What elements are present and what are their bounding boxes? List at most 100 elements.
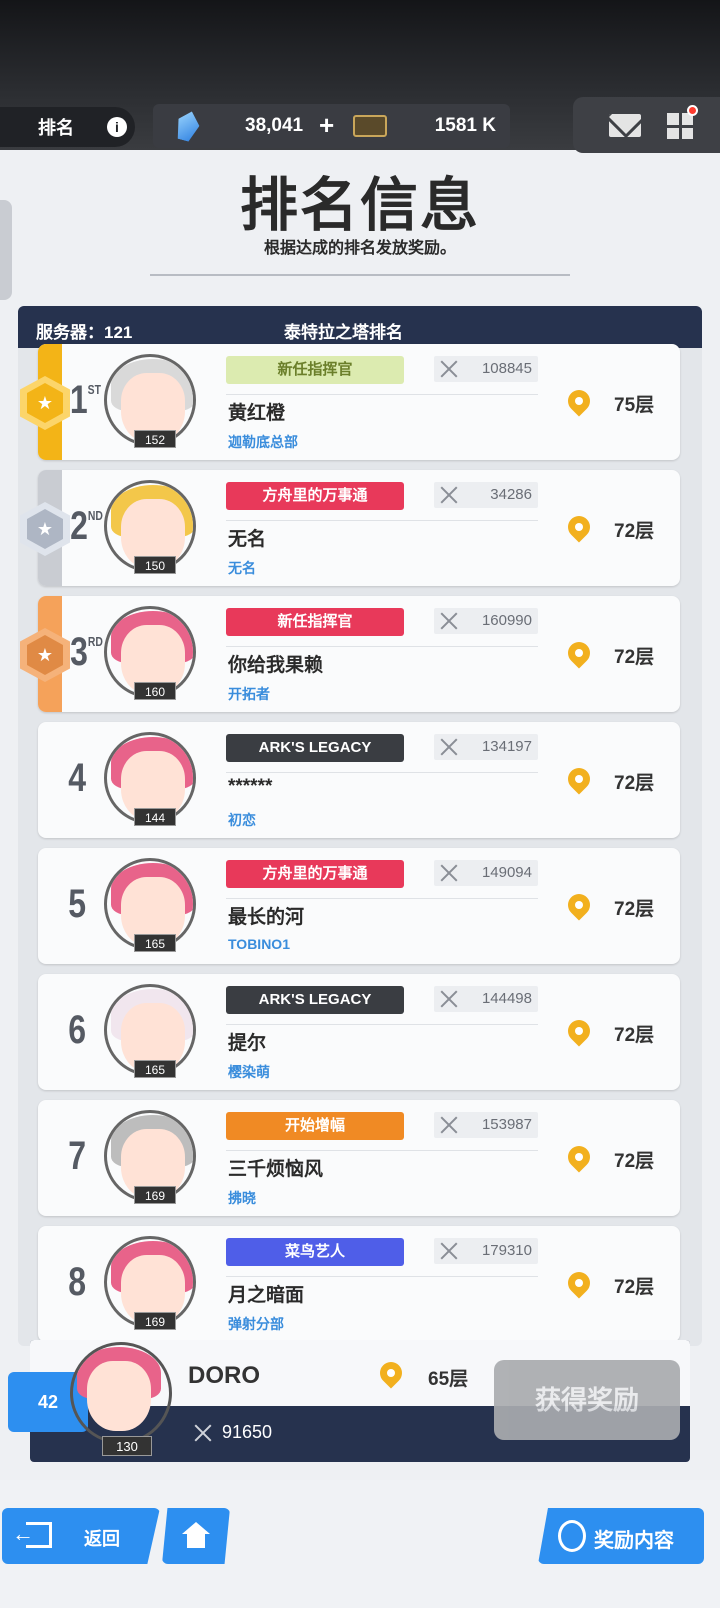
swords-icon bbox=[194, 1424, 212, 1442]
player-name: 最长的河 bbox=[228, 907, 305, 928]
location-pin-icon bbox=[563, 385, 595, 417]
home-icon bbox=[182, 1522, 210, 1548]
player-name: 月之暗面 bbox=[228, 1285, 305, 1306]
player-level: 150 bbox=[134, 556, 176, 574]
my-name: DORO bbox=[188, 1362, 260, 1389]
reward-content-button[interactable]: 奖励内容 bbox=[538, 1508, 704, 1564]
player-level: 152 bbox=[134, 430, 176, 448]
info-icon[interactable]: i bbox=[107, 117, 127, 137]
credit-icon bbox=[353, 115, 387, 137]
player-power: 108845 bbox=[481, 360, 532, 377]
reward-content-label: 奖励内容 bbox=[594, 1530, 674, 1552]
ranking-row[interactable]: 8 169 菜鸟艺人 179310 月之暗面 弹射分部 72层 bbox=[38, 1226, 680, 1342]
top-right-menu bbox=[573, 97, 720, 153]
player-title-badge: 开始增幅 bbox=[226, 1112, 404, 1140]
panel-header: 服务器：121 泰特拉之塔排名 bbox=[18, 306, 702, 348]
my-floor: 65层 bbox=[428, 1369, 469, 1390]
mail-icon[interactable] bbox=[609, 114, 641, 137]
tower-floor: 72层 bbox=[614, 1151, 655, 1172]
home-button[interactable] bbox=[162, 1508, 230, 1564]
my-avatar bbox=[70, 1342, 172, 1444]
back-button[interactable]: 返回 bbox=[2, 1508, 160, 1564]
location-pin-icon bbox=[563, 637, 595, 669]
swords-icon bbox=[440, 990, 458, 1008]
rank-tab-label: 排名 bbox=[38, 118, 74, 138]
power-box: 34286 bbox=[434, 482, 538, 508]
row-divider bbox=[226, 1276, 538, 1277]
row-divider bbox=[226, 772, 538, 773]
title-divider bbox=[150, 274, 570, 276]
tower-floor: 75层 bbox=[614, 395, 655, 416]
ranking-row[interactable]: 4 144 ARK'S LEGACY 134197 ****** 初恋 72层 bbox=[38, 722, 680, 838]
page-title: 排名信息 bbox=[239, 173, 480, 238]
my-level: 130 bbox=[102, 1436, 152, 1456]
guild-name: TOBINO1 bbox=[228, 936, 290, 952]
player-name: ****** bbox=[228, 776, 273, 797]
add-gems-button[interactable]: + bbox=[319, 110, 334, 141]
back-button-label: 返回 bbox=[84, 1529, 120, 1549]
rank-medal-icon: ★ bbox=[20, 502, 70, 556]
gem-icon bbox=[173, 109, 202, 144]
player-level: 165 bbox=[134, 1060, 176, 1078]
rank-number: 5 bbox=[68, 882, 87, 926]
player-title-badge: 菜鸟艺人 bbox=[226, 1238, 404, 1266]
ranking-row[interactable]: ★ 1ST 152 新任指挥官 108845 黄红橙 迦勒底总部 75层 bbox=[20, 344, 680, 460]
row-divider bbox=[226, 898, 538, 899]
row-divider bbox=[226, 1150, 538, 1151]
menu-grid-icon[interactable] bbox=[667, 113, 693, 139]
ranking-row[interactable]: 5 165 方舟里的万事通 149094 最长的河 TOBINO1 72层 bbox=[38, 848, 680, 964]
rank-tab[interactable]: 排名 i bbox=[0, 107, 135, 147]
player-name: 黄红橙 bbox=[228, 403, 286, 424]
power-box: 179310 bbox=[434, 1238, 538, 1264]
player-power: 153987 bbox=[481, 1116, 532, 1133]
power-box: 134197 bbox=[434, 734, 538, 760]
medal-icon bbox=[558, 1520, 586, 1552]
tower-floor: 72层 bbox=[614, 899, 655, 920]
player-power: 149094 bbox=[481, 864, 532, 881]
player-title-badge: ARK'S LEGACY bbox=[226, 986, 404, 1014]
player-level: 169 bbox=[134, 1312, 176, 1330]
player-level: 160 bbox=[134, 682, 176, 700]
rank-number: 3RD bbox=[70, 630, 103, 674]
claim-reward-button[interactable]: 获得奖励 bbox=[494, 1360, 680, 1440]
player-title-badge: ARK'S LEGACY bbox=[226, 734, 404, 762]
tower-floor: 72层 bbox=[614, 1277, 655, 1298]
player-power: 34286 bbox=[490, 486, 532, 503]
player-title-badge: 方舟里的万事通 bbox=[226, 482, 404, 510]
page-subtitle: 根据达成的排名发放奖励。 bbox=[263, 240, 456, 257]
rank-medal-icon: ★ bbox=[20, 628, 70, 682]
ranking-panel[interactable]: 服务器：121 泰特拉之塔排名 ★ 1ST 152 新任指挥官 108845 黄红橙 迦勒底… bbox=[18, 306, 702, 1346]
player-title-badge: 方舟里的万事通 bbox=[226, 860, 404, 888]
player-name: 三千烦恼风 bbox=[228, 1159, 324, 1180]
my-power: 91650 bbox=[222, 1422, 273, 1442]
power-box: 108845 bbox=[434, 356, 538, 382]
row-divider bbox=[226, 520, 538, 521]
power-box: 144498 bbox=[434, 986, 538, 1012]
row-divider bbox=[226, 394, 538, 395]
player-name: 提尔 bbox=[228, 1033, 267, 1054]
player-power: 160990 bbox=[481, 612, 532, 629]
swords-icon bbox=[440, 1242, 458, 1260]
gem-count: 38,041 bbox=[245, 115, 304, 136]
player-level: 144 bbox=[134, 808, 176, 826]
location-pin-icon bbox=[563, 1267, 595, 1299]
guild-name: 无名 bbox=[228, 560, 256, 576]
swords-icon bbox=[440, 864, 458, 882]
guild-name: 迦勒底总部 bbox=[228, 434, 298, 450]
ranking-row[interactable]: 7 169 开始增幅 153987 三千烦恼风 拂晓 72层 bbox=[38, 1100, 680, 1216]
guild-name: 拂晓 bbox=[228, 1190, 256, 1206]
rank-number: 8 bbox=[68, 1260, 87, 1304]
ranking-row[interactable]: ★ 3RD 160 新任指挥官 160990 你给我果赖 开拓者 72层 bbox=[20, 596, 680, 712]
tower-floor: 72层 bbox=[614, 647, 655, 668]
swords-icon bbox=[440, 360, 458, 378]
ranking-row[interactable]: ★ 2ND 150 方舟里的万事通 34286 无名 无名 72层 bbox=[20, 470, 680, 586]
tower-ranking-label: 泰特拉之塔排名 bbox=[284, 323, 403, 342]
swords-icon bbox=[440, 486, 458, 504]
ranking-row[interactable]: 6 165 ARK'S LEGACY 144498 提尔 樱染萌 72层 bbox=[38, 974, 680, 1090]
player-level: 165 bbox=[134, 934, 176, 952]
swords-icon bbox=[440, 738, 458, 756]
location-pin-icon bbox=[563, 511, 595, 543]
location-pin-icon bbox=[563, 1141, 595, 1173]
rank-number: 4 bbox=[68, 756, 87, 800]
server-label: 服务器：121 bbox=[36, 323, 133, 342]
